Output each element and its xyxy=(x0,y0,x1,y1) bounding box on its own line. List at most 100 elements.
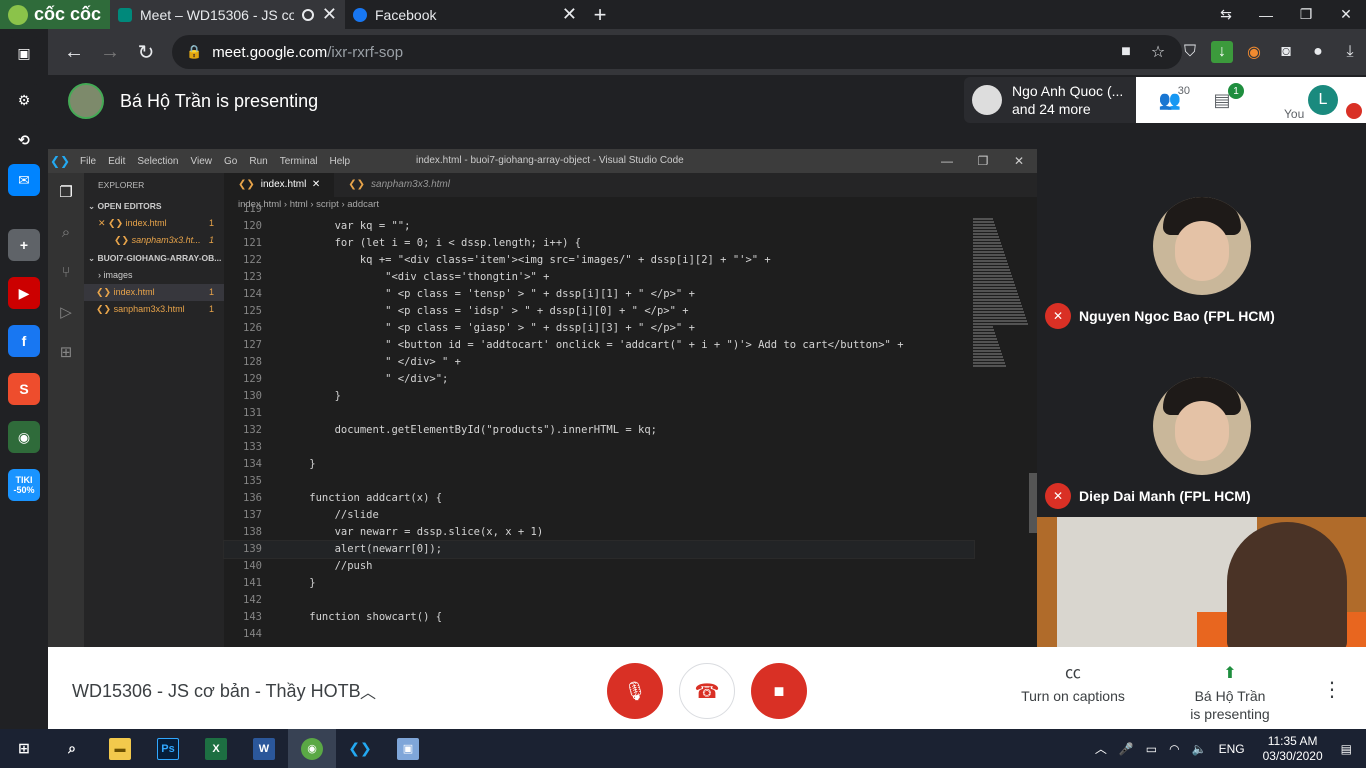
tiki-icon[interactable]: TIKI -50% xyxy=(8,469,40,501)
vscode-window-controls: — ❐ ✕ xyxy=(929,149,1037,173)
end-call-button[interactable]: ☎ xyxy=(679,663,735,719)
coccoc-icon[interactable]: ◉ xyxy=(8,421,40,453)
hangup-icon: ☎ xyxy=(694,680,720,703)
messenger-icon[interactable]: ✉ xyxy=(8,164,40,196)
clock[interactable]: 11:35 AM 03/30/2020 xyxy=(1263,734,1323,764)
line-text: "<div class='thongtin'>" + xyxy=(284,271,550,283)
word-button[interactable]: W xyxy=(240,729,288,768)
participant-avatar xyxy=(972,85,1002,115)
code-line: 127 " <button id = 'addtocart' onclick =… xyxy=(224,337,974,354)
close-window-icon[interactable]: ✕ xyxy=(1326,0,1366,29)
camera-toggle-button[interactable]: ■ xyxy=(751,663,807,719)
maximize-icon[interactable]: ❐ xyxy=(1286,0,1326,29)
vscode-taskbar-button[interactable]: ❮❯ xyxy=(336,729,384,768)
vscode-activity-bar: ❐ ⌕ ⑂ ▷ ⊞ xyxy=(48,173,84,647)
more-options-icon[interactable]: ⋮ xyxy=(1322,677,1342,702)
line-number: 135 xyxy=(243,475,262,487)
history-icon[interactable]: ⟲ xyxy=(8,124,40,156)
coccoc-taskbar-button[interactable]: ◉ xyxy=(288,729,336,768)
participant-name: Diep Dai Manh (FPL HCM) xyxy=(1079,488,1251,504)
close-tab-meet-icon[interactable]: ✕ xyxy=(322,4,337,25)
vscode-minimize-icon: — xyxy=(941,154,953,168)
youtube-icon[interactable]: ▶ xyxy=(8,277,40,309)
reload-button[interactable]: ↻ xyxy=(128,34,164,70)
add-icon[interactable]: + xyxy=(8,229,40,261)
settings-icon[interactable]: ⚙ xyxy=(8,84,40,116)
participant-tile[interactable]: ✕ Nguyen Ngoc Bao (FPL HCM) xyxy=(1037,75,1366,329)
cast-icon[interactable]: ▣ xyxy=(8,37,40,69)
line-number: 133 xyxy=(243,441,262,453)
close-tab-facebook-icon[interactable]: ✕ xyxy=(562,4,577,25)
line-number: 134 xyxy=(243,458,262,470)
address-bar[interactable]: 🔒 meet.google.com/ixr-rxrf-sop xyxy=(172,35,1182,69)
minimize-icon[interactable]: — xyxy=(1246,0,1286,29)
download-extension-icon[interactable]: ↓ xyxy=(1211,41,1233,63)
captions-label: Turn on captions xyxy=(1021,688,1125,704)
microphone-icon[interactable]: 🎤 xyxy=(1119,742,1134,756)
url-path: /ixr-rxrf-sop xyxy=(327,43,404,61)
screen-share-icon[interactable]: ◙ xyxy=(1270,36,1302,68)
back-button[interactable]: ← xyxy=(56,34,92,70)
line-number: 124 xyxy=(243,288,262,300)
mic-toggle-button[interactable]: 🎙 xyxy=(607,663,663,719)
extensions-icon: ⊞ xyxy=(59,344,73,361)
files-icon: ❐ xyxy=(59,184,73,201)
photoshop-button[interactable]: Ps xyxy=(144,729,192,768)
line-number: 130 xyxy=(243,390,262,402)
shield-icon[interactable]: ⛉ xyxy=(1174,36,1206,68)
code-line: 120 var kq = ""; xyxy=(224,218,974,235)
meeting-name[interactable]: WD15306 - JS cơ bản - Thầy HOTB xyxy=(72,681,361,702)
tab-facebook-title: Facebook xyxy=(375,6,437,23)
virtualbox-button[interactable]: ▣ xyxy=(384,729,432,768)
meet-bottom-bar: WD15306 - JS cơ bản - Thầy HOTB ︿ 🎙 ☎ ■ … xyxy=(48,647,1366,729)
facebook-icon[interactable]: f xyxy=(8,325,40,357)
clock-date: 03/30/2020 xyxy=(1262,748,1323,763)
folder-item: › images xyxy=(98,270,133,280)
code-line: 123 "<div class='thongtin'>" + xyxy=(224,269,974,286)
wifi-icon[interactable]: ◠ xyxy=(1169,742,1179,756)
code-line: 140 //push xyxy=(224,558,974,575)
chevron-up-icon[interactable]: ︿ xyxy=(360,679,376,703)
presenter-header: Bá Hộ Trần is presenting xyxy=(68,83,318,119)
coccoc-icon: ◉ xyxy=(301,737,323,760)
folder-icon: ▬ xyxy=(109,737,131,760)
source-control-icon: ⑂ xyxy=(61,264,71,281)
camera-icon[interactable]: ■ xyxy=(1110,36,1142,68)
shared-screen-vscode: ❮❯ File Edit Selection View Go Run Terminal Hel… xyxy=(48,149,1037,647)
extension-icon[interactable]: ◉ xyxy=(1238,36,1270,68)
file-explorer-button[interactable]: ▬ xyxy=(96,729,144,768)
volume-icon[interactable]: 🔈 xyxy=(1192,742,1207,756)
forward-button[interactable]: → xyxy=(92,34,128,70)
line-text: " </div> " + xyxy=(284,356,462,368)
presenter-camera-tile[interactable] xyxy=(1037,517,1366,647)
folder-item: ❮❯ sanpham3x3.html 1 xyxy=(96,304,214,314)
bookmark-star-icon[interactable]: ☆ xyxy=(1142,36,1174,68)
excel-button[interactable]: X xyxy=(192,729,240,768)
presenting-button[interactable]: ⬆ Bá Hộ Trần is presenting xyxy=(1178,665,1282,723)
code-line: 119 xyxy=(224,201,974,218)
tab-facebook[interactable]: Facebook ✕ xyxy=(345,0,585,29)
lock-icon[interactable]: 🔒 xyxy=(186,44,202,60)
battery-icon[interactable]: ▭ xyxy=(1146,742,1157,756)
chevron-up-icon[interactable]: ︿ xyxy=(1095,740,1107,757)
vscode-editor-tabs: ❮❯ index.html ✕ ❮❯ sanpham3x3.html xyxy=(224,173,1037,197)
start-button[interactable]: ⊞ xyxy=(0,729,48,768)
vscode-restore-icon: ❐ xyxy=(977,154,989,168)
tab-meet[interactable]: Meet – WD15306 - JS cơ b ✕ xyxy=(110,0,345,29)
code-line: 134 } xyxy=(224,456,974,473)
captions-button[interactable]: ㏄ Turn on captions xyxy=(1018,665,1128,705)
search-button[interactable]: ⌕ xyxy=(48,729,96,768)
participant-tile[interactable]: ✕ Diep Dai Manh (FPL HCM) xyxy=(1037,325,1366,517)
profile-icon[interactable]: ● xyxy=(1302,36,1334,68)
line-text: for (let i = 0; i < dssp.length; i++) { xyxy=(284,237,582,249)
new-tab-button[interactable]: + xyxy=(585,0,615,29)
code-line: 144 xyxy=(224,626,974,643)
downloads-icon[interactable]: ⤓ xyxy=(1334,36,1366,68)
tab-search-icon[interactable]: ⇆ xyxy=(1206,0,1246,29)
coccoc-logo-icon xyxy=(8,4,28,25)
input-language[interactable]: ENG xyxy=(1219,742,1245,756)
shopee-icon[interactable]: S xyxy=(8,373,40,405)
notifications-icon[interactable]: ▤ xyxy=(1341,742,1352,756)
present-screen-icon: ⬆ xyxy=(1223,665,1237,682)
coccoc-menu-button[interactable]: cốc cốc xyxy=(0,0,110,29)
